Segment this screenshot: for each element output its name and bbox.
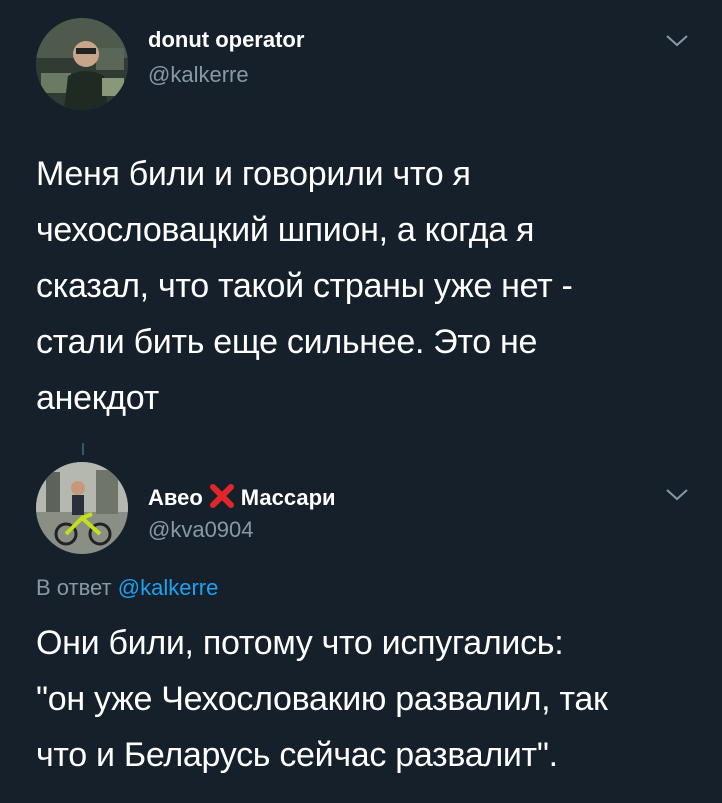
author-name-part2: Массари [240,485,336,510]
reply-tweet: Авео Массари @kva0904 В ответ @kalkerre … [0,0,722,803]
reply-prefix: В ответ [36,575,112,600]
avatar-photo-icon [36,462,128,554]
tweet-text-line: что и Беларусь сейчас развалит". [36,736,558,774]
author-name[interactable]: Авео Массари [148,483,336,511]
tweet-text-line: "он уже Чехословакию развалил, так [36,680,608,718]
cross-mark-icon [209,484,234,508]
author-handle[interactable]: @kva0904 [148,517,254,543]
reply-context: В ответ @kalkerre [36,575,218,601]
author-name-part1: Авео [148,485,203,510]
chevron-down-icon[interactable] [664,487,690,503]
tweet-text-line: Они били, потому что испугались: [36,624,564,662]
tweet-text: Они били, потому что испугались: "он уже… [36,615,608,783]
author-avatar[interactable] [36,462,128,554]
reply-handle-link[interactable]: @kalkerre [118,575,219,600]
